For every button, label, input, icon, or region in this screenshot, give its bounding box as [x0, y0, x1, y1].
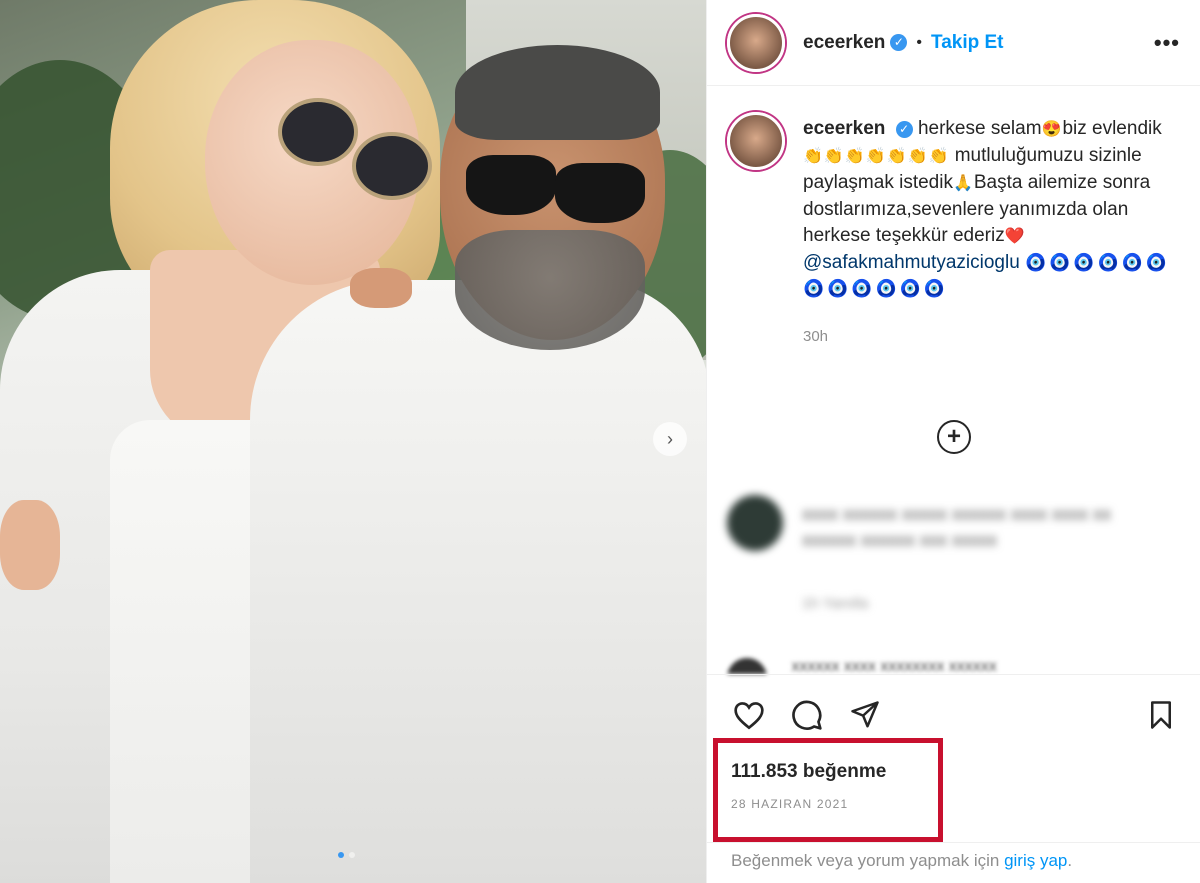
- sunglasses-lens: [278, 98, 358, 166]
- bookmark-icon[interactable]: [1143, 697, 1179, 733]
- highlight-box: [713, 738, 943, 842]
- caption-username[interactable]: eceerken: [803, 118, 885, 139]
- add-circle-icon[interactable]: +: [937, 420, 971, 454]
- post-date[interactable]: 28 Haziran 2021: [731, 797, 848, 811]
- carousel-dot-active: [338, 852, 344, 858]
- caption-text: herkese selam: [917, 118, 1042, 139]
- emoji: 🧿🧿🧿🧿🧿🧿: [803, 279, 949, 298]
- emoji: 🧿🧿🧿🧿🧿🧿: [1025, 253, 1171, 272]
- action-bar: [707, 675, 1200, 733]
- heart-emoji: ❤️: [1004, 228, 1026, 245]
- mention-link[interactable]: @safakmahmutyazicioglu: [803, 252, 1020, 273]
- sunglasses-lens: [352, 132, 432, 200]
- verified-icon: ✓: [895, 121, 913, 138]
- share-icon[interactable]: [847, 697, 883, 733]
- avatar: [727, 658, 767, 674]
- separator-dot: •: [916, 33, 923, 51]
- post-side-panel: eceerken ✓ • Takip Et ••• eceerken ✓ her…: [706, 0, 1200, 883]
- comment-text: xxxxxx xxxx xxxxxxxx xxxxxx: [791, 658, 997, 674]
- sunglasses-lens: [466, 155, 556, 215]
- white-shirt: [250, 280, 706, 883]
- hand-shape: [350, 268, 412, 308]
- caption: eceerken ✓ herkese selam😍biz evlendik 👏👏👏…: [803, 116, 1180, 350]
- heart-icon[interactable]: [731, 697, 767, 733]
- verified-icon: ✓: [890, 34, 908, 51]
- login-prompt: Beğenmek veya yorum yapmak için giriş ya…: [707, 842, 1200, 883]
- man-beard: [455, 230, 645, 350]
- post-time[interactable]: 30h: [803, 324, 1180, 350]
- post-header: eceerken ✓ • Takip Et •••: [707, 0, 1200, 86]
- avatar[interactable]: [727, 13, 785, 72]
- avatar: [727, 495, 783, 551]
- login-prompt-end: .: [1067, 851, 1073, 870]
- follow-button[interactable]: Takip Et: [931, 32, 1004, 54]
- post-photo[interactable]: ›: [0, 0, 706, 883]
- next-photo-button[interactable]: ›: [653, 422, 687, 456]
- chevron-right-icon: ›: [667, 428, 673, 449]
- sunglasses-lens: [555, 163, 645, 223]
- emoji: 👏👏👏👏👏👏👏: [803, 148, 950, 165]
- login-prompt-text: Beğenmek veya yorum yapmak için: [731, 851, 1005, 870]
- carousel-dots: [338, 852, 355, 858]
- post-actions: 111.853 beğenme 28 Haziran 2021 Beğenmek…: [707, 674, 1200, 883]
- username-link[interactable]: eceerken: [803, 32, 885, 54]
- comment-blurred: xxxxxx xxxx xxxxxxxx xxxxxx: [727, 658, 1167, 674]
- avatar[interactable]: [727, 112, 785, 170]
- login-link[interactable]: giriş yap: [1004, 851, 1067, 870]
- likes-count[interactable]: 111.853 beğenme: [731, 761, 886, 783]
- caption-row: eceerken ✓ herkese selam😍biz evlendik 👏👏👏…: [707, 86, 1200, 350]
- more-icon[interactable]: •••: [1154, 30, 1180, 56]
- man-hair: [455, 45, 660, 140]
- hand-shape: [0, 500, 60, 590]
- carousel-dot: [349, 852, 355, 858]
- emoji: 🙏: [952, 175, 974, 192]
- emoji: 😍: [1041, 121, 1063, 138]
- comment-text: xxxx xxxxxx xxxxx xxxxxx xxxx xxxx xx xx…: [802, 504, 1112, 550]
- caption-text: biz evlendik: [1062, 118, 1162, 139]
- comment-icon[interactable]: [789, 697, 825, 733]
- comment-meta: 1h Yanıtla: [802, 595, 869, 612]
